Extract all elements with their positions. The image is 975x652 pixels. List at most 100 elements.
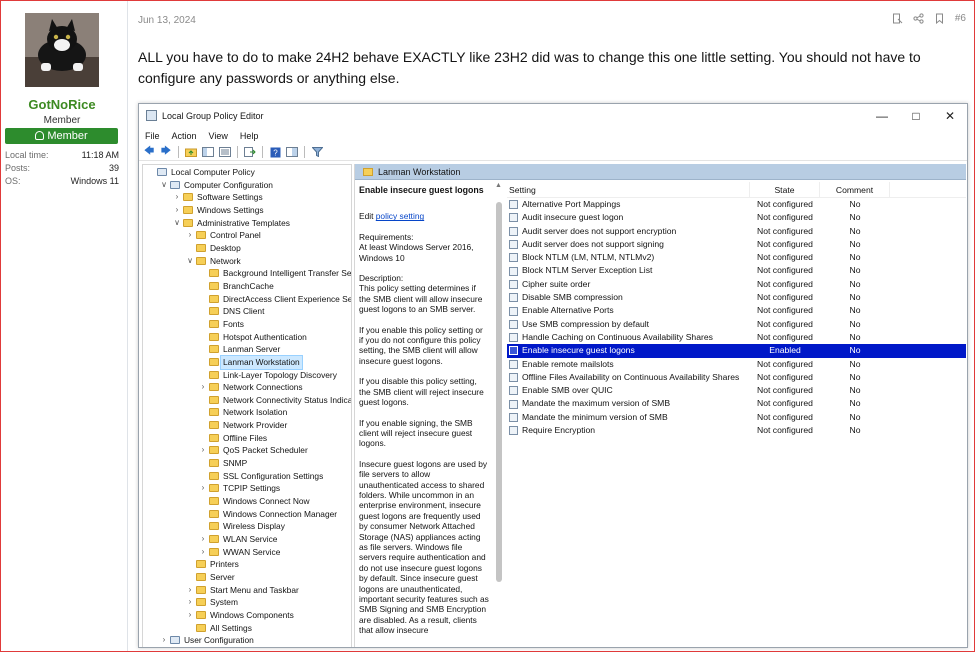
tree-item[interactable]: Local Computer Policy	[143, 166, 351, 179]
tree-item[interactable]: ∨ Computer Configuration	[143, 179, 351, 192]
tree-item[interactable]: DirectAccess Client Experience Setting	[143, 293, 351, 306]
setting-row[interactable]: Audit server does not support encryption…	[507, 225, 966, 238]
tree-item[interactable]: › System	[143, 596, 351, 609]
expand-chevron-icon[interactable]: ›	[199, 482, 207, 495]
column-setting[interactable]: Setting	[507, 182, 750, 197]
setting-row[interactable]: Require Encryption Not configured No	[507, 424, 966, 437]
tree-item[interactable]: Network Provider	[143, 419, 351, 432]
show-hide-tree-icon[interactable]	[201, 146, 215, 158]
collapse-chevron-icon[interactable]: ∨	[160, 179, 168, 192]
tree-item[interactable]: › QoS Packet Scheduler	[143, 444, 351, 457]
tree-item[interactable]: BranchCache	[143, 280, 351, 293]
tree-item[interactable]: Desktop	[143, 242, 351, 255]
forward-arrow-icon[interactable]: 🡆	[159, 146, 173, 158]
expand-chevron-icon[interactable]: ›	[173, 191, 181, 204]
minimize-icon[interactable]: —	[865, 104, 899, 127]
menu-item-help[interactable]: Help	[234, 131, 265, 141]
tree-item[interactable]: › Start Menu and Taskbar	[143, 584, 351, 597]
setting-row[interactable]: Cipher suite order Not configured No	[507, 278, 966, 291]
setting-row[interactable]: Mandate the minimum version of SMB Not co…	[507, 411, 966, 424]
tree-item[interactable]: Hotspot Authentication	[143, 331, 351, 344]
export-list-icon[interactable]	[243, 146, 257, 158]
column-state[interactable]: State	[750, 182, 820, 197]
tree-item[interactable]: Offline Files	[143, 432, 351, 445]
setting-row[interactable]: Enable Alternative Ports Not configured No	[507, 304, 966, 317]
setting-row[interactable]: Enable SMB over QUIC Not configured No	[507, 384, 966, 397]
collapse-chevron-icon[interactable]: ∨	[173, 217, 181, 230]
username[interactable]: GotNoRice	[1, 97, 123, 112]
setting-row[interactable]: Enable remote mailslots Not configured No	[507, 358, 966, 371]
expand-chevron-icon[interactable]: ›	[186, 596, 194, 609]
expand-chevron-icon[interactable]: ›	[199, 444, 207, 457]
description-scrollbar[interactable]: ▲	[494, 182, 504, 602]
bookmark-page-icon[interactable]	[892, 13, 903, 24]
maximize-icon[interactable]: □	[899, 104, 933, 127]
setting-row[interactable]: Offline Files Availability on Continuous…	[507, 371, 966, 384]
expand-chevron-icon[interactable]: ›	[186, 229, 194, 242]
post-number[interactable]: #6	[955, 13, 966, 24]
setting-row[interactable]: Audit insecure guest logon Not configured…	[507, 211, 966, 224]
setting-row[interactable]: Alternative Port Mappings Not configured N…	[507, 198, 966, 211]
scroll-up-icon[interactable]: ▲	[495, 182, 502, 189]
tree-item[interactable]: All Settings	[143, 622, 351, 635]
tree-item[interactable]: ∨ Administrative Templates	[143, 217, 351, 230]
setting-row[interactable]: Enable insecure guest logons Enabled No	[507, 344, 966, 358]
tree-item[interactable]: SNMP	[143, 457, 351, 470]
menu-item-action[interactable]: Action	[166, 131, 203, 141]
tree-item[interactable]: › TCPIP Settings	[143, 482, 351, 495]
tree-item[interactable]: Network Isolation	[143, 406, 351, 419]
window-titlebar[interactable]: Local Group Policy Editor — □ ✕	[139, 104, 967, 127]
tree-item[interactable]: Link-Layer Topology Discovery	[143, 369, 351, 382]
setting-row[interactable]: Use SMB compression by default Not config…	[507, 318, 966, 331]
expand-chevron-icon[interactable]: ›	[173, 204, 181, 217]
collapse-chevron-icon[interactable]: ∨	[186, 255, 194, 268]
tree-item[interactable]: Background Intelligent Transfer Servic	[143, 267, 351, 280]
setting-row[interactable]: Handle Caching on Continuous Availabilit…	[507, 331, 966, 344]
expand-chevron-icon[interactable]: ›	[160, 634, 168, 647]
bookmark-icon[interactable]	[934, 13, 945, 24]
policy-setting-link[interactable]: policy setting	[376, 211, 424, 221]
tree-item[interactable]: › Software Settings	[143, 191, 351, 204]
tree-item[interactable]: › Windows Components	[143, 609, 351, 622]
avatar[interactable]	[25, 13, 99, 87]
tree-item[interactable]: DNS Client	[143, 305, 351, 318]
setting-row[interactable]: Mandate the maximum version of SMB Not co…	[507, 397, 966, 410]
tree-item[interactable]: Server	[143, 571, 351, 584]
back-arrow-icon[interactable]: 🡄	[142, 146, 156, 158]
expand-chevron-icon[interactable]: ›	[199, 381, 207, 394]
tree-item[interactable]: ∨ Network	[143, 255, 351, 268]
setting-row[interactable]: Block NTLM Server Exception List Not conf…	[507, 264, 966, 277]
expand-chevron-icon[interactable]: ›	[186, 584, 194, 597]
tree-item[interactable]: Windows Connect Now	[143, 495, 351, 508]
tree-item[interactable]: › WLAN Service	[143, 533, 351, 546]
tree-item[interactable]: › User Configuration	[143, 634, 351, 647]
extended-view-icon[interactable]	[285, 146, 299, 158]
tree-item[interactable]: Wireless Display	[143, 520, 351, 533]
menu-item-view[interactable]: View	[203, 131, 234, 141]
tree-item[interactable]: › WWAN Service	[143, 546, 351, 559]
tree-item[interactable]: Windows Connection Manager	[143, 508, 351, 521]
tree-item[interactable]: SSL Configuration Settings	[143, 470, 351, 483]
scrollbar-thumb[interactable]	[496, 202, 502, 582]
tree-item[interactable]: › Network Connections	[143, 381, 351, 394]
post-date[interactable]: Jun 13, 2024	[138, 15, 196, 26]
expand-chevron-icon[interactable]: ›	[199, 533, 207, 546]
column-comment[interactable]: Comment	[820, 182, 890, 197]
tree-item[interactable]: Fonts	[143, 318, 351, 331]
setting-row[interactable]: Block NTLM (LM, NTLM, NTLMv2) Not configu…	[507, 251, 966, 264]
expand-chevron-icon[interactable]: ›	[186, 609, 194, 622]
tree-item[interactable]: Printers	[143, 558, 351, 571]
tree-item[interactable]: › Windows Settings	[143, 204, 351, 217]
menu-item-file[interactable]: File	[139, 131, 166, 141]
setting-row[interactable]: Audit server does not support signing Not…	[507, 238, 966, 251]
expand-chevron-icon[interactable]: ›	[199, 546, 207, 559]
tree-item[interactable]: Lanman Server	[143, 343, 351, 356]
close-icon[interactable]: ✕	[933, 104, 967, 127]
tree-item[interactable]: Network Connectivity Status Indicator	[143, 394, 351, 407]
help-icon[interactable]: ?	[268, 146, 282, 158]
properties-list-icon[interactable]	[218, 146, 232, 158]
tree-item[interactable]: › Control Panel	[143, 229, 351, 242]
filter-icon[interactable]	[310, 146, 324, 158]
share-icon[interactable]	[913, 13, 924, 24]
tree-item[interactable]: Lanman Workstation	[143, 354, 351, 370]
